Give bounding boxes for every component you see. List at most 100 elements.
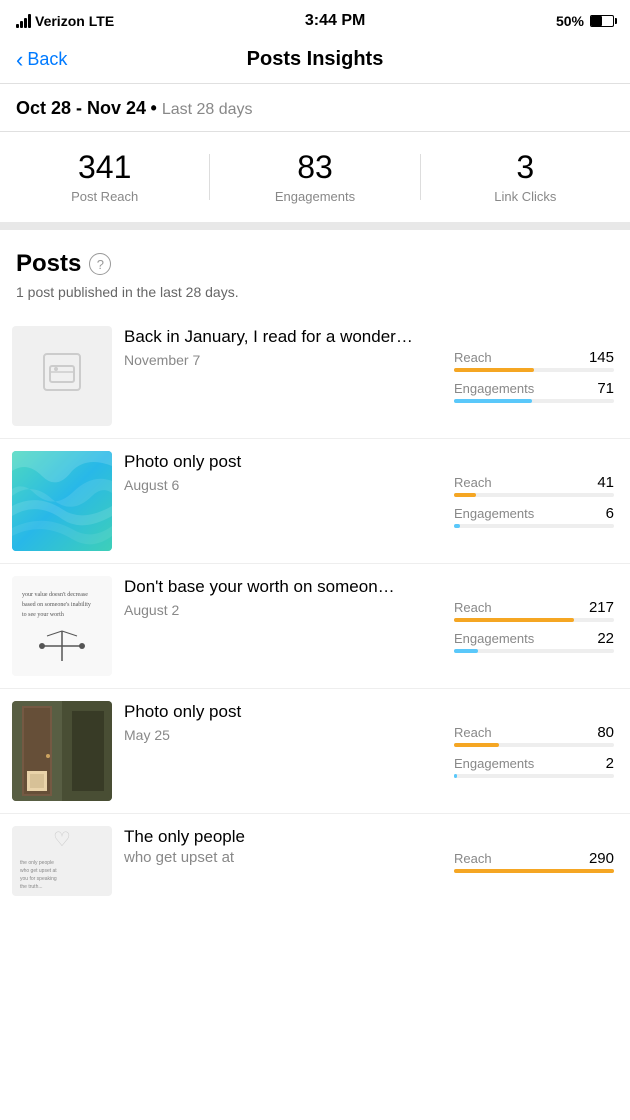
nav-bar: ‹ Back Posts Insights (0, 40, 630, 84)
signal-icon (16, 14, 31, 28)
post-item[interactable]: Back in January, I read for a wonder… No… (0, 314, 630, 439)
reach-metric: Reach 145 (454, 349, 614, 372)
page-title: Posts Insights (247, 48, 384, 71)
network-label: LTE (89, 13, 114, 29)
battery-icon (590, 15, 614, 27)
stat-clicks-label: Link Clicks (421, 189, 630, 204)
reach-bar-fill (454, 368, 534, 372)
eng-label: Engagements (454, 381, 578, 396)
svg-text:you for speaking: you for speaking (20, 876, 57, 882)
post-info: Photo only post August 6 (124, 451, 442, 551)
date-range-section: Oct 28 - Nov 24 • Last 28 days (0, 84, 630, 132)
post-thumbnail (12, 451, 112, 551)
stat-reach-label: Post Reach (0, 189, 209, 204)
svg-text:your value doesn't decrease: your value doesn't decrease (22, 592, 88, 598)
eng-label: Engagements (454, 506, 578, 521)
reach-bar-bg (454, 368, 614, 372)
svg-text:the only people: the only people (20, 860, 54, 866)
stat-post-reach: 341 Post Reach (0, 150, 209, 204)
svg-text:based on someone's inability: based on someone's inability (22, 602, 91, 608)
post-title: Photo only post (124, 701, 442, 723)
back-chevron-icon: ‹ (16, 49, 23, 71)
help-icon-button[interactable]: ? (89, 253, 111, 275)
eng-bar-fill (454, 524, 460, 528)
eng-bar-fill (454, 649, 478, 653)
reach-label: Reach (454, 600, 578, 615)
eng-label: Engagements (454, 631, 578, 646)
reach-metric: Reach 217 (454, 599, 614, 622)
posts-count-label: 1 post published in the last 28 days. (16, 284, 614, 300)
post-item[interactable]: Photo only post May 25 Reach 80 Engageme… (0, 689, 630, 814)
eng-bar-bg (454, 399, 614, 403)
post-title: Don't base your worth on someon… (124, 576, 442, 598)
reach-bar-bg (454, 743, 614, 747)
stat-clicks-value: 3 (421, 150, 630, 185)
eng-value: 71 (584, 380, 614, 397)
back-label: Back (27, 49, 67, 70)
svg-text:who get upset at: who get upset at (20, 868, 57, 874)
reach-label: Reach (454, 725, 578, 740)
eng-label: Engagements (454, 756, 578, 771)
reach-bar-fill (454, 618, 574, 622)
reach-label: Reach (454, 475, 578, 490)
reach-value: 145 (584, 349, 614, 366)
post-item[interactable]: ♡ the only people who get upset at you f… (0, 814, 630, 904)
eng-value: 6 (584, 505, 614, 522)
post-title: Photo only post (124, 451, 442, 473)
post-item[interactable]: Photo only post August 6 Reach 41 Engage… (0, 439, 630, 564)
stat-engagements: 83 Engagements (210, 150, 419, 204)
post-item[interactable]: your value doesn't decrease based on som… (0, 564, 630, 689)
date-range-label: Oct 28 - Nov 24 (16, 98, 146, 118)
placeholder-icon (40, 350, 84, 403)
reach-bar-fill (454, 493, 476, 497)
post-thumbnail (12, 701, 112, 801)
back-button[interactable]: ‹ Back (16, 49, 67, 71)
status-bar: Verizon LTE 3:44 PM 50% (0, 0, 630, 40)
post-date: November 7 (124, 352, 442, 368)
post-thumbnail: your value doesn't decrease based on som… (12, 576, 112, 676)
eng-metric: Engagements 22 (454, 630, 614, 653)
eng-bar-bg (454, 774, 614, 778)
eng-value: 2 (584, 755, 614, 772)
post-thumbnail (12, 326, 112, 426)
reach-label: Reach (454, 851, 578, 866)
post-metrics: Reach 217 Engagements 22 (454, 576, 614, 676)
posts-title-row: Posts ? (16, 250, 614, 278)
reach-metric: Reach 80 (454, 724, 614, 747)
posts-section-title: Posts (16, 250, 81, 278)
stat-eng-value: 83 (210, 150, 419, 185)
battery-area: 50% (556, 13, 614, 29)
reach-value: 290 (584, 850, 614, 867)
reach-bar-fill (454, 743, 499, 747)
post-metrics: Reach 290 (454, 826, 614, 896)
battery-percent: 50% (556, 13, 584, 29)
status-time: 3:44 PM (305, 12, 365, 30)
svg-text:the truth...: the truth... (20, 884, 43, 890)
post-info: Don't base your worth on someon… August … (124, 576, 442, 676)
post-title-cont: who get upset at (124, 848, 442, 868)
eng-metric: Engagements 71 (454, 380, 614, 403)
date-period-label: Last 28 days (162, 101, 253, 118)
reach-value: 80 (584, 724, 614, 741)
reach-value: 217 (584, 599, 614, 616)
eng-bar-fill (454, 774, 457, 778)
reach-metric: Reach 290 (454, 850, 614, 873)
svg-text:♡: ♡ (53, 829, 71, 851)
reach-metric: Reach 41 (454, 474, 614, 497)
post-info: The only people who get upset at (124, 826, 442, 896)
stat-reach-value: 341 (0, 150, 209, 185)
stats-row: 341 Post Reach 83 Engagements 3 Link Cli… (0, 132, 630, 230)
carrier-label: Verizon (35, 13, 85, 29)
post-title: The only people (124, 826, 442, 848)
post-date: August 2 (124, 602, 442, 618)
reach-bar-bg (454, 618, 614, 622)
post-title: Back in January, I read for a wonder… (124, 326, 442, 348)
post-info: Back in January, I read for a wonder… No… (124, 326, 442, 426)
eng-bar-bg (454, 524, 614, 528)
reach-label: Reach (454, 350, 578, 365)
carrier-info: Verizon LTE (16, 13, 114, 29)
stat-link-clicks: 3 Link Clicks (421, 150, 630, 204)
post-info: Photo only post May 25 (124, 701, 442, 801)
eng-metric: Engagements 2 (454, 755, 614, 778)
post-metrics: Reach 41 Engagements 6 (454, 451, 614, 551)
